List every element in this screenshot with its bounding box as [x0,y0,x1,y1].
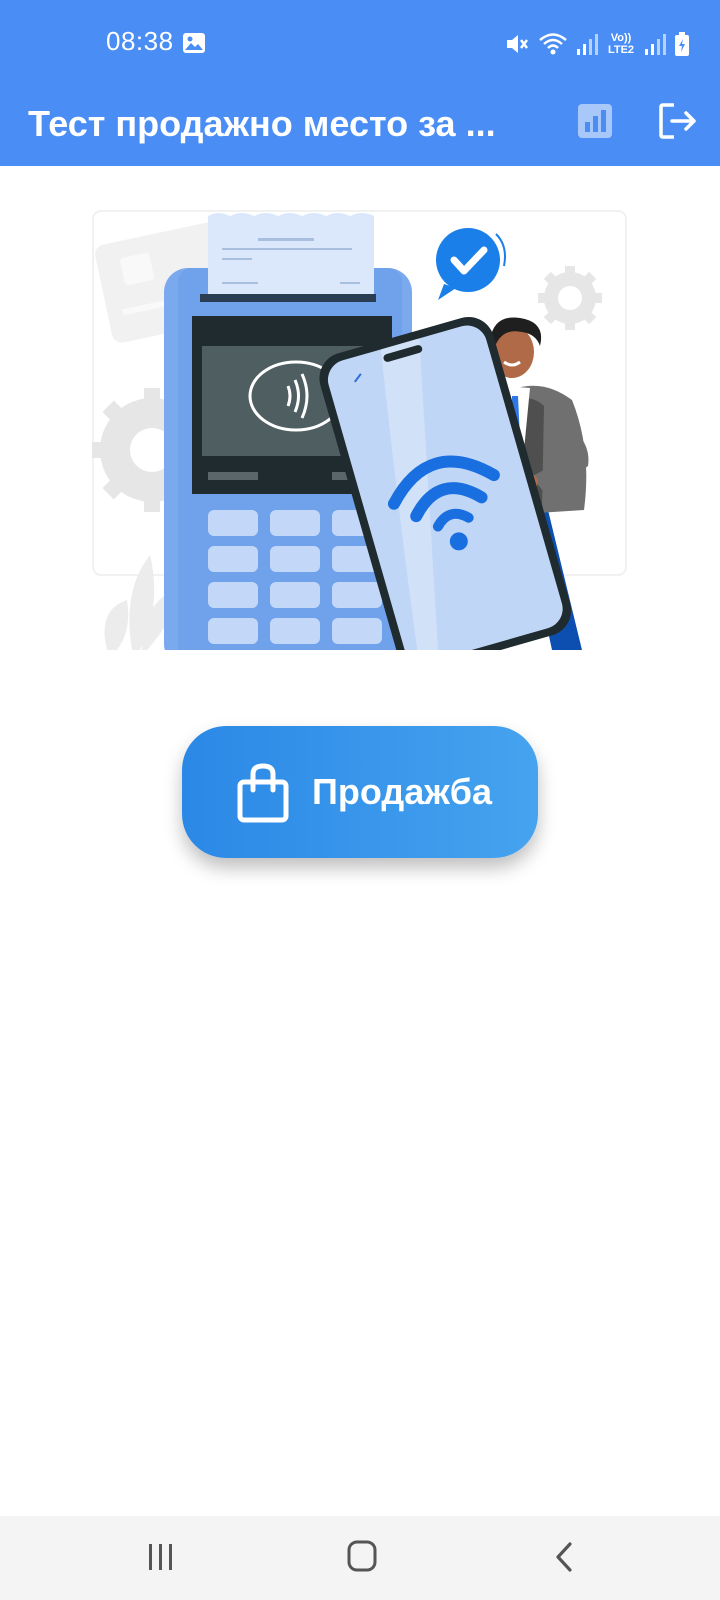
signal-icon [645,34,666,55]
logout-icon [659,103,696,139]
home-button[interactable] [338,1536,388,1580]
gallery-icon [183,33,205,53]
battery-charging-icon [675,32,689,56]
contactless-payment-illustration [90,210,628,672]
recents-button[interactable] [136,1536,186,1580]
status-icons: Vo)) LTE2 [504,28,690,60]
mute-icon [507,35,528,53]
shopping-bag-icon [237,763,289,823]
back-button[interactable] [540,1536,590,1580]
app-bar: Тест продажно место за ... [0,86,720,166]
sale-button[interactable]: Продажба [182,726,538,858]
bar-chart-icon [578,104,612,138]
status-bar: 08:38 Vo)) LTE2 [0,0,720,86]
back-icon [556,1542,572,1572]
wifi-icon [539,33,567,55]
signal-icon [577,34,598,55]
volte-lte2-icon: Vo)) LTE2 [607,32,635,56]
app-title: Тест продажно место за ... [28,103,496,144]
recents-icon [149,1544,172,1570]
logout-button[interactable] [652,96,702,146]
status-time: 08:38 [106,26,174,56]
navigation-bar [0,1516,720,1600]
home-icon [347,1540,377,1572]
sale-button-label: Продажба [312,771,493,812]
reports-button[interactable] [570,96,620,146]
